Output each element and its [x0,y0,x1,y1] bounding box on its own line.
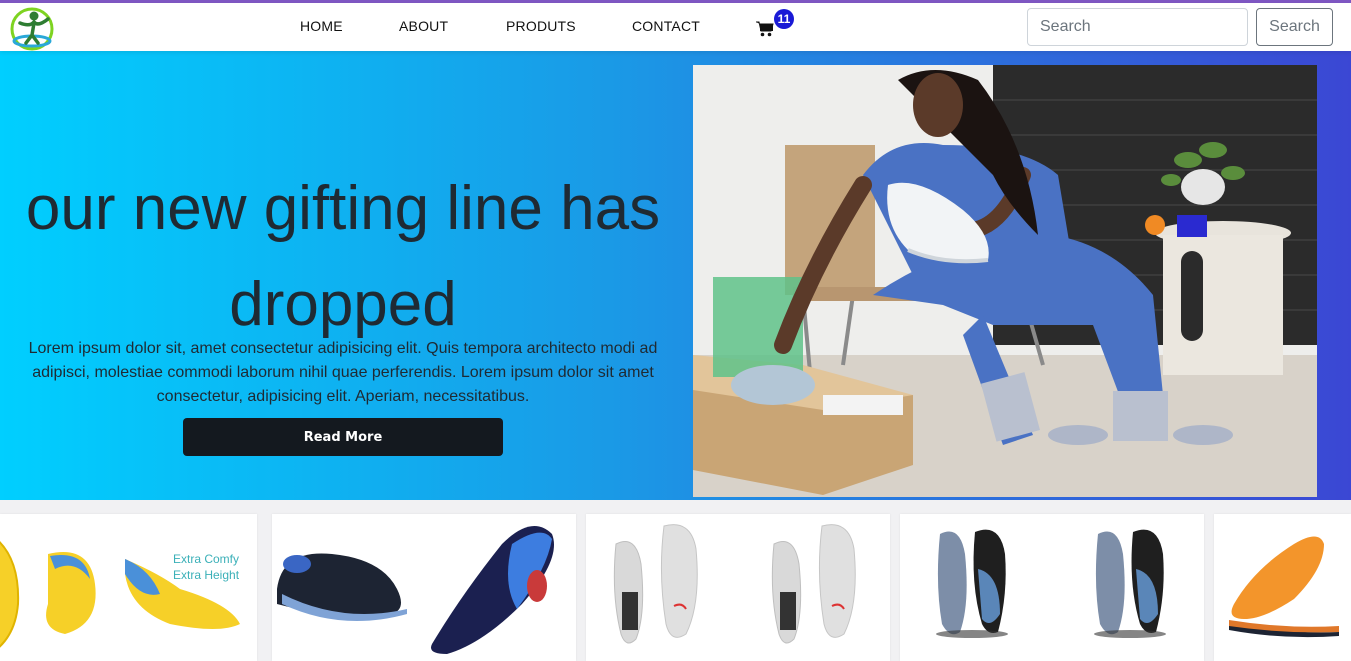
product-card[interactable] [586,514,890,661]
nav-products[interactable]: PRODUTS [506,18,576,34]
product-card[interactable] [272,514,576,661]
hero-banner: our new gifting line has dropped Lorem i… [0,51,1351,500]
product-card[interactable] [900,514,1204,661]
product-card[interactable] [1214,514,1351,661]
cart-button[interactable]: 11 [756,9,796,45]
brand-logo[interactable] [8,5,56,51]
hero-description: Lorem ipsum dolor sit, amet consectetur … [28,340,658,405]
nav-about[interactable]: ABOUT [399,18,448,34]
insole-image [613,524,856,644]
insole-image [936,529,1166,638]
insole-image: Extra Comfy Extra Height [0,541,240,648]
hero-photo [693,65,1317,497]
hero-title: our new gifting line has dropped [25,174,661,339]
nav-home[interactable]: HOME [300,18,343,34]
insole-image [277,526,554,654]
product-strip: Extra Comfy Extra Height [0,500,1351,661]
product-card[interactable]: Extra Comfy Extra Height [0,514,257,661]
cart-icon [756,21,774,37]
cart-count-badge: 11 [774,9,794,29]
read-more-button[interactable]: Read More [183,418,503,456]
nav-contact[interactable]: CONTACT [632,18,700,34]
insole-caption-1: Extra Comfy [173,552,239,566]
search-input[interactable] [1027,8,1248,46]
insole-image [1229,536,1339,638]
insole-caption-2: Extra Height [173,568,240,582]
navbar: HOME ABOUT PRODUTS CONTACT 11 Search [0,3,1351,51]
search-button[interactable]: Search [1256,8,1333,46]
